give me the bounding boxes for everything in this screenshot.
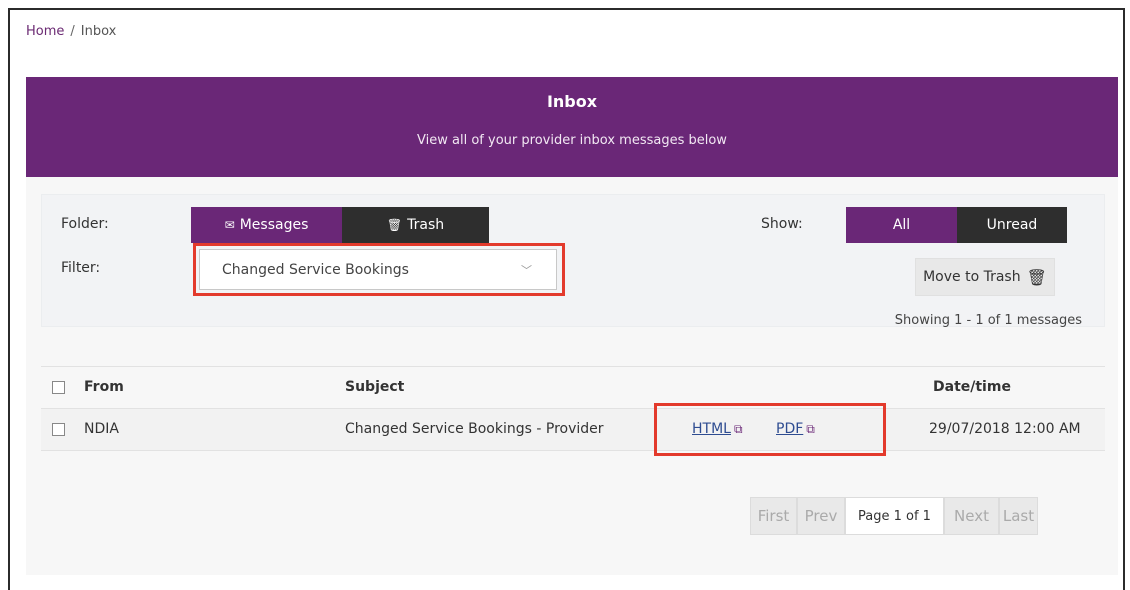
links-highlight-box — [654, 403, 886, 456]
folder-trash-label: Trash — [407, 217, 445, 233]
page-subtitle: View all of your provider inbox messages… — [417, 133, 727, 148]
row-datetime: 29/07/2018 12:00 AM — [929, 421, 1081, 437]
show-all-button[interactable]: All — [846, 207, 957, 243]
table-header-row: From Subject Date/time — [41, 366, 1105, 408]
pager-current-page: Page 1 of 1 — [845, 497, 944, 535]
breadcrumb-separator: / — [70, 24, 75, 39]
show-label: Show: — [761, 216, 803, 232]
row-from: NDIA — [84, 421, 119, 437]
select-all-checkbox[interactable] — [52, 381, 65, 394]
column-header-datetime: Date/time — [933, 379, 1011, 395]
folder-messages-button[interactable]: ✉ Messages — [191, 207, 342, 243]
trash-icon: 🗑 — [1026, 267, 1047, 287]
column-header-from: From — [84, 379, 124, 395]
filter-label: Filter: — [61, 260, 101, 276]
pager-first-button[interactable]: First — [750, 497, 797, 535]
move-to-trash-label: Move to Trash — [923, 269, 1021, 285]
pager-next-button[interactable]: Next — [944, 497, 999, 535]
pagination: First Prev Page 1 of 1 Next Last — [750, 497, 1038, 535]
filter-bar: Folder: ✉ Messages 🗑 Trash Show: All Unrea… — [41, 194, 1105, 328]
show-unread-button[interactable]: Unread — [957, 207, 1067, 243]
column-header-subject: Subject — [345, 379, 405, 395]
folder-toggle: ✉ Messages 🗑 Trash — [191, 207, 489, 243]
table-bottom-border — [41, 450, 1105, 451]
breadcrumb-home-link[interactable]: Home — [26, 24, 64, 39]
envelope-icon: ✉ — [224, 218, 235, 232]
move-to-trash-button[interactable]: Move to Trash 🗑 — [915, 258, 1055, 296]
row-checkbox[interactable] — [52, 423, 65, 436]
pager-last-button[interactable]: Last — [999, 497, 1038, 535]
trash-icon: 🗑 — [386, 218, 403, 232]
inbox-panel: Inbox View all of your provider inbox me… — [26, 77, 1118, 575]
filter-highlight-box — [193, 243, 565, 296]
folder-label: Folder: — [61, 216, 109, 232]
page-header: Inbox View all of your provider inbox me… — [26, 77, 1118, 177]
folder-messages-label: Messages — [239, 217, 309, 233]
show-toggle: All Unread — [846, 207, 1067, 243]
pager-prev-button[interactable]: Prev — [797, 497, 845, 535]
row-subject: Changed Service Bookings - Provider — [345, 421, 604, 437]
folder-trash-button[interactable]: 🗑 Trash — [342, 207, 489, 243]
results-count: Showing 1 - 1 of 1 messages — [894, 313, 1082, 328]
breadcrumb-current: Inbox — [80, 24, 117, 39]
messages-table: From Subject Date/time NDIA Changed Serv… — [41, 366, 1105, 451]
table-row[interactable]: NDIA Changed Service Bookings - Provider… — [41, 408, 1105, 450]
breadcrumb: Home / Inbox — [26, 24, 116, 39]
page-title: Inbox — [546, 92, 598, 111]
